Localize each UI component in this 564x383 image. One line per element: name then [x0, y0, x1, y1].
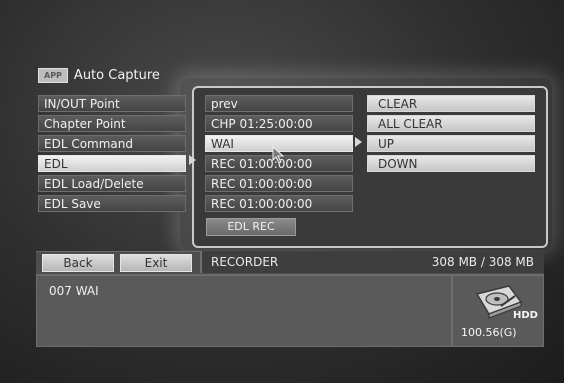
- submenu-arrow-icon: [189, 155, 196, 165]
- hdd-size: 100.56(G): [461, 326, 517, 339]
- hdd-label: HDD: [513, 310, 538, 321]
- menu-item-edl-load-delete[interactable]: EDL Load/Delete: [38, 175, 186, 192]
- edl-item-rec-3[interactable]: REC 01:00:00:00: [205, 195, 353, 212]
- submenu-arrow-icon: [355, 137, 362, 147]
- edl-item-rec-2[interactable]: REC 01:00:00:00: [205, 175, 353, 192]
- info-panel: 007 WAI: [36, 275, 452, 347]
- back-button[interactable]: Back: [42, 254, 114, 272]
- mouse-cursor-icon: [272, 145, 286, 168]
- header: APP Auto Capture: [38, 66, 193, 84]
- menu-left: IN/OUT Point Chapter Point EDL Command E…: [38, 95, 186, 212]
- menu-item-edl-save[interactable]: EDL Save: [38, 195, 186, 212]
- action-clear[interactable]: CLEAR: [367, 95, 535, 112]
- menu-item-in-out-point[interactable]: IN/OUT Point: [38, 95, 186, 112]
- edl-rec-button[interactable]: EDL REC: [206, 218, 296, 236]
- edl-item-chp[interactable]: CHP 01:25:00:00: [205, 115, 353, 132]
- capacity-label: 308 MB / 308 MB: [431, 255, 534, 269]
- mode-label: RECORDER: [211, 255, 279, 269]
- app-tag: APP: [38, 67, 68, 83]
- hdd-panel: HDD 100.56(G): [452, 275, 544, 347]
- action-all-clear[interactable]: ALL CLEAR: [367, 115, 535, 132]
- menu-item-chapter-point[interactable]: Chapter Point: [38, 115, 186, 132]
- menu-item-edl-command[interactable]: EDL Command: [38, 135, 186, 152]
- menu-right: CLEAR ALL CLEAR UP DOWN: [367, 95, 535, 172]
- page-title: Auto Capture: [73, 67, 160, 83]
- exit-button[interactable]: Exit: [120, 254, 192, 272]
- status-bar: RECORDER 308 MB / 308 MB: [200, 251, 544, 273]
- edl-item-prev[interactable]: prev: [205, 95, 353, 112]
- action-down[interactable]: DOWN: [367, 155, 535, 172]
- info-text: 007 WAI: [49, 284, 99, 298]
- action-up[interactable]: UP: [367, 135, 535, 152]
- menu-item-edl[interactable]: EDL: [38, 155, 186, 172]
